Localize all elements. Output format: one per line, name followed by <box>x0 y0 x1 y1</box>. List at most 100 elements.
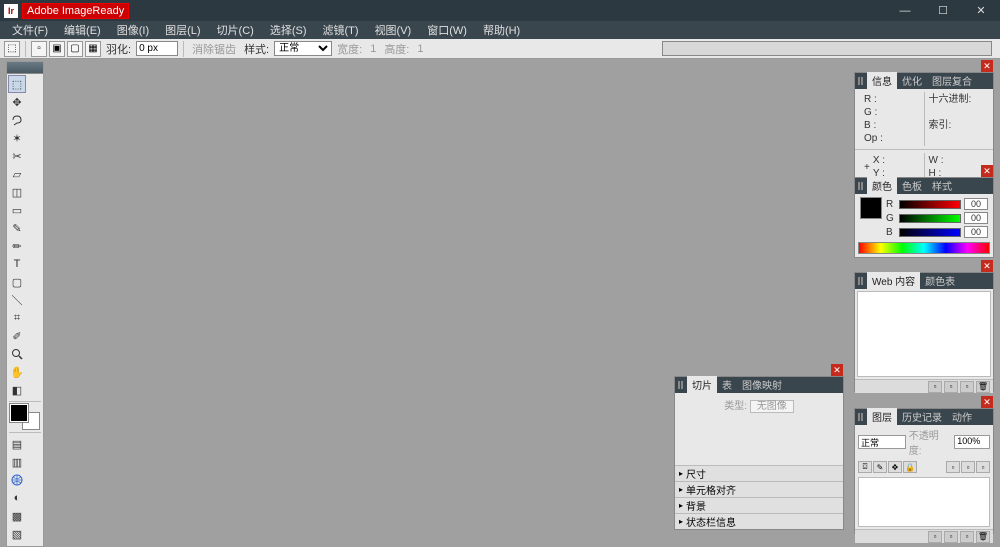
trash-icon[interactable]: 🗑 <box>976 381 990 393</box>
tool-move[interactable]: ✥ <box>8 93 26 111</box>
lock-pixel-icon[interactable]: ✎ <box>873 461 887 473</box>
selection-intersect-icon[interactable]: ▦ <box>85 41 101 57</box>
tab-info[interactable]: 信息 <box>867 72 897 89</box>
footer-icon[interactable]: ▫ <box>944 381 958 393</box>
panel-close-icon[interactable]: ✕ <box>981 396 993 408</box>
menu-help[interactable]: 帮助(H) <box>475 20 528 40</box>
slider-r[interactable]: R 00 <box>886 197 988 211</box>
marquee-mode-icon[interactable]: ⬚ <box>4 41 20 57</box>
footer-icon[interactable]: ▫ <box>944 531 958 543</box>
feather-input[interactable] <box>136 41 178 56</box>
selection-subtract-icon[interactable]: ▢ <box>67 41 83 57</box>
tab-web-content[interactable]: Web 内容 <box>867 272 920 289</box>
color-swatch-current[interactable] <box>860 197 882 219</box>
unify-icon[interactable]: ▫ <box>976 461 990 473</box>
new-layer-icon[interactable]: ▫ <box>960 531 974 543</box>
tool-type[interactable]: T <box>8 255 26 273</box>
lock-move-icon[interactable]: ✥ <box>888 461 902 473</box>
panel-close-icon[interactable]: ✕ <box>981 165 993 177</box>
foreground-color[interactable] <box>10 404 28 422</box>
section-background[interactable]: 背景 <box>675 497 843 513</box>
tool-map[interactable]: ◫ <box>8 183 26 201</box>
menu-window[interactable]: 窗口(W) <box>419 20 475 40</box>
tab-color-table[interactable]: 颜色表 <box>920 272 960 289</box>
slice-type-select[interactable]: 无图像 <box>750 400 794 413</box>
tab-color[interactable]: 颜色 <box>867 177 897 194</box>
unify-icon[interactable]: ▫ <box>946 461 960 473</box>
tab-swatches[interactable]: 色板 <box>897 177 927 194</box>
menu-image[interactable]: 图像(I) <box>109 20 157 40</box>
footer-icon[interactable]: ▫ <box>928 531 942 543</box>
menu-file[interactable]: 文件(F) <box>4 20 56 40</box>
tool-wand[interactable]: ✶ <box>8 129 26 147</box>
menu-filter[interactable]: 滤镜(T) <box>315 20 367 40</box>
separator <box>183 41 184 57</box>
tool-line[interactable]: ＼ <box>8 291 26 309</box>
style-select[interactable]: 正常 <box>274 41 332 56</box>
tool-preview-browser[interactable] <box>8 471 26 489</box>
tool-zoom[interactable] <box>8 345 26 363</box>
unify-icon[interactable]: ▫ <box>961 461 975 473</box>
tool-jump-other[interactable]: ▩ <box>8 507 26 525</box>
tab-table[interactable]: 表 <box>717 376 737 393</box>
tool-preview-document[interactable]: ▥ <box>8 453 26 471</box>
spectrum-ramp[interactable] <box>858 242 990 254</box>
tab-layercomp[interactable]: 图层复合 <box>927 72 977 89</box>
menu-edit[interactable]: 编辑(E) <box>56 20 109 40</box>
menu-layer[interactable]: 图层(L) <box>157 20 208 40</box>
tool-hand[interactable]: ✋ <box>8 363 26 381</box>
toolbox-header[interactable] <box>7 62 43 74</box>
layers-footer: ▫ ▫ ▫ 🗑 <box>855 529 993 543</box>
opacity-value[interactable]: 100% <box>954 435 990 449</box>
tab-styles[interactable]: 样式 <box>927 177 957 194</box>
tool-slice-select[interactable]: ▱ <box>8 165 26 183</box>
tool-map-select[interactable]: ▭ <box>8 201 26 219</box>
trash-icon[interactable]: 🗑 <box>976 531 990 543</box>
footer-icon[interactable]: ▫ <box>960 381 974 393</box>
tab-imagemap[interactable]: 图像映射 <box>737 376 787 393</box>
tool-pencil[interactable]: ✏ <box>8 237 26 255</box>
tab-actions[interactable]: 动作 <box>947 408 977 425</box>
menu-slice[interactable]: 切片(C) <box>209 20 262 40</box>
slider-b[interactable]: B 00 <box>886 225 988 239</box>
footer-icon[interactable]: ▫ <box>928 381 942 393</box>
tab-optimize[interactable]: 优化 <box>897 72 927 89</box>
tab-slice[interactable]: 切片 <box>687 376 717 393</box>
section-cell-align[interactable]: 单元格对齐 <box>675 481 843 497</box>
lock-link-icon[interactable]: ⌼ <box>858 461 872 473</box>
blend-mode-select[interactable]: 正常 <box>858 435 906 449</box>
divider <box>9 432 41 433</box>
tab-layers[interactable]: 图层 <box>867 408 897 425</box>
tool-preview-toggle[interactable]: ▤ <box>8 435 26 453</box>
section-size[interactable]: 尺寸 <box>675 465 843 481</box>
tool-marquee[interactable]: ⬚ <box>8 75 26 93</box>
tool-slice[interactable]: ✂ <box>8 147 26 165</box>
menu-view[interactable]: 视图(V) <box>367 20 420 40</box>
tool-lasso[interactable] <box>8 111 26 129</box>
tool-jump-ps[interactable]: ◐ <box>8 489 26 507</box>
tool-eraser[interactable]: ◧ <box>8 381 26 399</box>
selection-new-icon[interactable]: ▫ <box>31 41 47 57</box>
maximize-button[interactable]: ☐ <box>924 0 962 21</box>
tab-history[interactable]: 历史记录 <box>897 408 947 425</box>
titlebar: Ir Adobe ImageReady — ☐ ✕ <box>0 0 1000 21</box>
tool-shape[interactable]: ▢ <box>8 273 26 291</box>
color-swatches[interactable] <box>8 404 42 430</box>
panel-close-icon[interactable]: ✕ <box>981 260 993 272</box>
panel-close-icon[interactable]: ✕ <box>831 364 843 376</box>
separator <box>25 41 26 57</box>
tool-eyedropper[interactable]: ✐ <box>8 327 26 345</box>
menu-select[interactable]: 选择(S) <box>262 20 315 40</box>
panel-close-icon[interactable]: ✕ <box>981 60 993 72</box>
minimize-button[interactable]: — <box>886 0 924 21</box>
selection-add-icon[interactable]: ▣ <box>49 41 65 57</box>
tool-jump-edit[interactable]: ▧ <box>8 525 26 543</box>
divider <box>9 401 41 402</box>
slider-g[interactable]: G 00 <box>886 211 988 225</box>
tool-brush[interactable]: ✎ <box>8 219 26 237</box>
lock-all-icon[interactable]: 🔒 <box>903 461 917 473</box>
slice-body: 类型: 无图像 <box>675 393 843 465</box>
tool-crop[interactable]: ⌗ <box>8 309 26 327</box>
close-button[interactable]: ✕ <box>962 0 1000 21</box>
section-statusbar[interactable]: 状态栏信息 <box>675 513 843 529</box>
